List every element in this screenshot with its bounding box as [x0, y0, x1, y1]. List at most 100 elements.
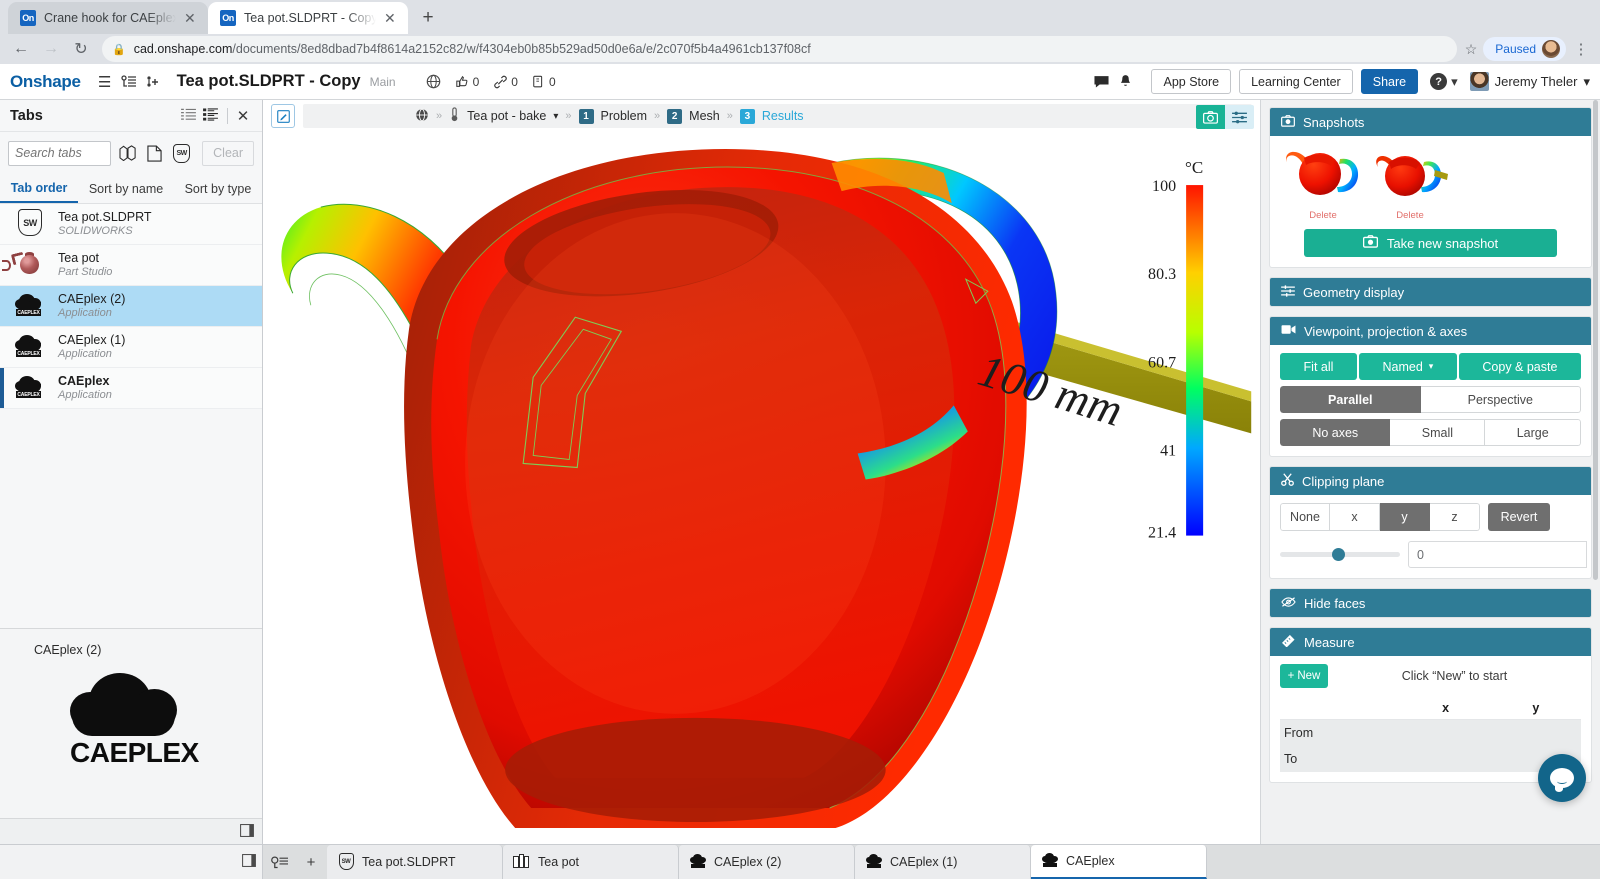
- breadcrumb-step-results[interactable]: Results: [762, 109, 804, 123]
- thumbs-up-count[interactable]: 0: [455, 75, 480, 89]
- breadcrumb-step-problem[interactable]: Problem: [601, 109, 648, 123]
- sort-tab-order[interactable]: Tab order: [0, 174, 78, 203]
- sort-tab-type[interactable]: Sort by type: [174, 174, 262, 203]
- list-item[interactable]: Tea pot Part Studio: [0, 245, 262, 286]
- search-input[interactable]: [8, 141, 111, 166]
- chevron-down-icon[interactable]: ▾: [553, 111, 558, 122]
- snapshots-header[interactable]: Snapshots: [1270, 108, 1591, 136]
- user-menu[interactable]: Jeremy Theler ▾: [1470, 72, 1590, 91]
- globe-icon[interactable]: [415, 108, 429, 125]
- url-domain: cad.onshape.com: [134, 42, 233, 56]
- geometry-display-header[interactable]: Geometry display: [1270, 278, 1591, 306]
- thermal-result-render[interactable]: 100 mm °C 100 80.3 60.7 41 21.4: [263, 133, 1260, 844]
- profile-status-chip[interactable]: Paused: [1483, 37, 1566, 61]
- browser-chrome: On Crane hook for CAEplex | CAE ✕ On Tea…: [0, 0, 1600, 64]
- camera-icon[interactable]: [1196, 105, 1225, 129]
- collapse-panel-icon[interactable]: [240, 824, 254, 840]
- right-panel-scrollbar[interactable]: [1592, 100, 1599, 844]
- hamburger-menu-icon[interactable]: ☰: [93, 69, 117, 95]
- solidworks-filter-icon[interactable]: SW: [171, 140, 192, 166]
- close-icon[interactable]: ✕: [184, 11, 198, 25]
- sidebar-item-caeplex[interactable]: CAEPLEX CAEplex Application: [0, 368, 262, 409]
- chat-bubble-icon[interactable]: [1538, 754, 1586, 802]
- kebab-menu-icon[interactable]: ⋮: [1570, 40, 1592, 58]
- forward-icon[interactable]: →: [38, 36, 64, 62]
- clip-x[interactable]: x: [1330, 503, 1380, 531]
- copy-count[interactable]: 0: [532, 75, 556, 89]
- snapshot-image[interactable]: [1371, 148, 1449, 206]
- close-icon[interactable]: ✕: [384, 11, 398, 25]
- tab-manager-icon[interactable]: [263, 845, 295, 879]
- axes-small[interactable]: Small: [1390, 419, 1485, 446]
- clear-button[interactable]: Clear: [202, 141, 254, 166]
- new-measure-button[interactable]: + New: [1280, 664, 1328, 688]
- named-views-button[interactable]: Named ▾: [1359, 353, 1457, 380]
- help-menu[interactable]: ? ▾: [1430, 73, 1458, 90]
- comment-icon[interactable]: [1089, 69, 1113, 95]
- browser-tab-1[interactable]: On Crane hook for CAEplex | CAE ✕: [8, 2, 208, 34]
- branch-label[interactable]: Main: [370, 75, 396, 89]
- breadcrumb-study-name[interactable]: Tea pot - bake: [467, 109, 546, 123]
- sidebar-item-caeplex-2[interactable]: CAEPLEX CAEplex (2) Application: [0, 286, 262, 327]
- new-tab-button[interactable]: +: [414, 4, 442, 32]
- edit-pencil-icon[interactable]: [271, 104, 295, 128]
- app-store-button[interactable]: App Store: [1151, 69, 1231, 94]
- bottom-tab-caeplex-2[interactable]: CAEplex (2): [679, 845, 855, 879]
- projection-parallel[interactable]: Parallel: [1280, 386, 1421, 413]
- projection-perspective[interactable]: Perspective: [1421, 386, 1581, 413]
- sort-tab-name[interactable]: Sort by name: [78, 174, 174, 203]
- revert-button[interactable]: Revert: [1488, 503, 1550, 531]
- axes-none[interactable]: No axes: [1280, 419, 1390, 446]
- list-item[interactable]: SW Tea pot.SLDPRT SOLIDWORKS: [0, 204, 262, 245]
- bottom-tab-caeplex-1[interactable]: CAEplex (1): [855, 845, 1031, 879]
- bottom-tab-teapot[interactable]: Tea pot: [503, 845, 679, 879]
- slider-handle[interactable]: [1332, 548, 1345, 561]
- bottom-tab-caeplex[interactable]: CAEplex: [1031, 845, 1207, 879]
- expand-panel-icon[interactable]: [242, 854, 256, 870]
- axes-large[interactable]: Large: [1485, 419, 1581, 446]
- measure-header[interactable]: Measure: [1270, 628, 1591, 656]
- snapshot-item[interactable]: Delete: [1371, 148, 1449, 221]
- bookmark-star-icon[interactable]: ☆: [1465, 41, 1478, 58]
- delete-snapshot-button[interactable]: Delete: [1371, 210, 1449, 221]
- clip-y[interactable]: y: [1380, 503, 1430, 531]
- copy-paste-button[interactable]: Copy & paste: [1459, 353, 1581, 380]
- fit-all-button[interactable]: Fit all: [1280, 353, 1357, 380]
- clipping-value-input[interactable]: [1408, 541, 1587, 568]
- result-canvas[interactable]: 100 mm °C 100 80.3 60.7 41 21.4: [263, 133, 1260, 844]
- take-new-snapshot-button[interactable]: Take new snapshot: [1304, 229, 1557, 257]
- learning-center-button[interactable]: Learning Center: [1239, 69, 1353, 94]
- globe-icon[interactable]: [426, 74, 441, 89]
- close-icon[interactable]: ✕: [234, 107, 252, 125]
- detail-view-icon[interactable]: [199, 108, 221, 124]
- delete-snapshot-button[interactable]: Delete: [1284, 210, 1362, 221]
- tabs-panel-header: Tabs ✕: [0, 100, 262, 132]
- snapshot-image[interactable]: [1284, 148, 1362, 206]
- sidebar-item-caeplex-1[interactable]: CAEPLEX CAEplex (1) Application: [0, 327, 262, 368]
- clip-none[interactable]: None: [1280, 503, 1330, 531]
- part-studio-filter-icon[interactable]: [117, 140, 138, 166]
- clip-z[interactable]: z: [1430, 503, 1480, 531]
- add-tab-icon[interactable]: +: [295, 845, 327, 879]
- feature-tree-icon[interactable]: [117, 69, 141, 95]
- blank-tab-filter-icon[interactable]: [144, 140, 165, 166]
- link-count[interactable]: 0: [493, 75, 518, 89]
- scrollbar-thumb[interactable]: [1593, 100, 1598, 580]
- browser-tab-2[interactable]: On Tea pot.SLDPRT - Copy | CAEp ✕: [208, 2, 408, 34]
- settings-list-icon[interactable]: [1225, 105, 1254, 129]
- reload-icon[interactable]: ↻: [68, 36, 94, 62]
- hide-faces-header[interactable]: Hide faces: [1270, 589, 1591, 617]
- insert-icon[interactable]: [141, 69, 165, 95]
- bell-icon[interactable]: [1113, 69, 1137, 95]
- share-button[interactable]: Share: [1361, 69, 1418, 94]
- snapshot-item[interactable]: Delete: [1284, 148, 1362, 221]
- address-bar[interactable]: 🔒 cad.onshape.com/documents/8ed8dbad7b4f…: [102, 36, 1457, 62]
- clipping-plane-header[interactable]: Clipping plane: [1270, 467, 1591, 495]
- back-icon[interactable]: ←: [8, 36, 34, 62]
- viewpoint-header[interactable]: Viewpoint, projection & axes: [1270, 317, 1591, 345]
- list-view-icon[interactable]: [177, 108, 199, 124]
- clipping-slider[interactable]: [1280, 552, 1400, 557]
- bottom-tab-teapot-sldprt[interactable]: SW Tea pot.SLDPRT: [327, 845, 503, 879]
- onshape-logo[interactable]: Onshape: [10, 72, 81, 92]
- breadcrumb-step-mesh[interactable]: Mesh: [689, 109, 720, 123]
